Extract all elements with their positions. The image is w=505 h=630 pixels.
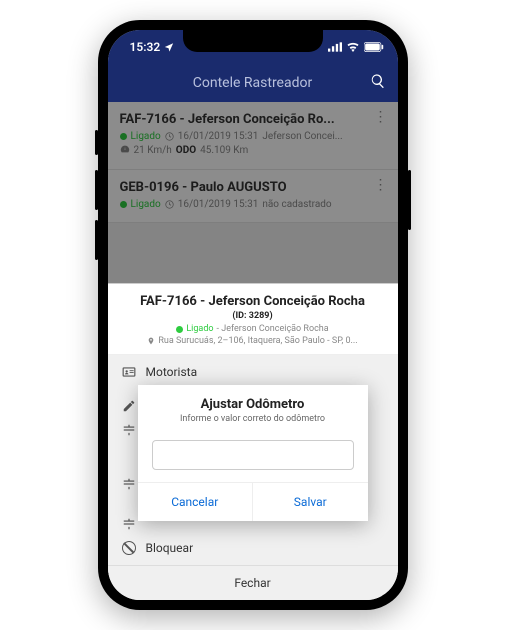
more-button[interactable]: ⋮ xyxy=(374,180,388,190)
screen: 15:32 Contele Rastreador FAF-7166 - Jefe… xyxy=(108,30,398,600)
location-arrow-icon xyxy=(164,42,174,52)
sheet-title: FAF-7166 - Jeferson Conceição Rocha xyxy=(124,294,382,309)
close-label: Fechar xyxy=(234,576,270,590)
block-icon xyxy=(122,541,136,555)
vehicle-status-row: Ligado 16/01/2019 15:31 Jeferson Concei.… xyxy=(120,131,386,142)
id-card-icon xyxy=(122,365,136,379)
search-button[interactable] xyxy=(370,73,386,93)
vehicle-speed: 21 Km/h xyxy=(134,145,172,156)
sheet-address-row: Rua Surucuás, 2–106, Itaquera, São Paulo… xyxy=(124,336,382,346)
sheet-header: FAF-7166 - Jeferson Conceição Rocha (ID:… xyxy=(108,284,398,355)
side-button xyxy=(408,170,411,230)
sheet-driver: - Jeferson Conceição Rocha xyxy=(217,324,329,334)
dialog-title: Ajustar Odômetro xyxy=(152,397,354,412)
battery-icon xyxy=(364,42,384,52)
pencil-icon xyxy=(122,399,136,413)
menu-item-driver[interactable]: Motorista xyxy=(108,355,398,389)
menu-item-block[interactable]: Bloquear xyxy=(108,531,398,565)
status-dot-icon xyxy=(120,201,127,208)
menu-icon xyxy=(122,517,136,531)
pin-icon xyxy=(147,337,155,345)
adjust-odometer-dialog: Ajustar Odômetro Informe o valor correto… xyxy=(138,385,368,521)
sheet-address: Rua Surucuás, 2–106, Itaquera, São Paulo… xyxy=(158,336,357,346)
odometer-input[interactable] xyxy=(152,440,354,470)
sheet-status-row: Ligado - Jeferson Conceição Rocha xyxy=(124,324,382,334)
menu-label: Motorista xyxy=(146,365,198,379)
app-header: Contele Rastreador xyxy=(108,64,398,102)
odo-value: 45.109 Km xyxy=(200,145,248,156)
sheet-id: (ID: 3289) xyxy=(124,311,382,321)
app-title: Contele Rastreador xyxy=(193,75,312,91)
dialog-subtitle: Informe o valor correto do odômetro xyxy=(152,414,354,424)
vehicle-list: FAF-7166 - Jeferson Conceição Ro... ⋮ Li… xyxy=(108,102,398,223)
wifi-icon xyxy=(346,42,360,52)
vehicle-state: Ligado xyxy=(131,131,161,142)
status-dot-icon xyxy=(176,326,183,333)
clock-icon xyxy=(165,132,174,141)
side-button xyxy=(95,220,98,260)
vehicle-driver: Jeferson Concei... xyxy=(262,131,342,142)
notch xyxy=(183,30,323,52)
vehicle-odo-row: 21 Km/h ODO 45.109 Km xyxy=(120,144,386,157)
vehicle-title: GEB-0196 - Paulo AUGUSTO xyxy=(120,180,386,195)
odo-label: ODO xyxy=(176,145,196,156)
vehicle-title: FAF-7166 - Jeferson Conceição Ro... xyxy=(120,112,386,127)
cancel-button[interactable]: Cancelar xyxy=(138,483,253,521)
side-button xyxy=(95,130,98,155)
menu-icon xyxy=(122,423,136,437)
search-icon xyxy=(370,73,386,89)
more-button[interactable]: ⋮ xyxy=(374,112,388,122)
vehicle-card[interactable]: GEB-0196 - Paulo AUGUSTO ⋮ Ligado 16/01/… xyxy=(108,170,398,223)
gauge-icon xyxy=(120,144,130,157)
vehicle-card[interactable]: FAF-7166 - Jeferson Conceição Ro... ⋮ Li… xyxy=(108,102,398,170)
side-button xyxy=(95,170,98,210)
clock-icon xyxy=(165,200,174,209)
sheet-state: Ligado xyxy=(186,324,213,334)
vehicle-state: Ligado xyxy=(131,199,161,210)
vehicle-status-row: Ligado 16/01/2019 15:31 não cadastrado xyxy=(120,199,386,210)
close-button[interactable]: Fechar xyxy=(108,565,398,600)
save-button[interactable]: Salvar xyxy=(252,483,368,521)
menu-icon xyxy=(122,477,136,491)
phone-frame: 15:32 Contele Rastreador FAF-7166 - Jefe… xyxy=(98,20,408,610)
vehicle-timestamp: 16/01/2019 15:31 xyxy=(178,199,259,210)
vehicle-timestamp: 16/01/2019 15:31 xyxy=(178,131,259,142)
menu-label: Bloquear xyxy=(146,541,194,555)
status-time: 15:32 xyxy=(130,40,161,54)
signal-icon xyxy=(328,42,342,52)
vehicle-driver: não cadastrado xyxy=(262,199,331,210)
status-dot-icon xyxy=(120,133,127,140)
